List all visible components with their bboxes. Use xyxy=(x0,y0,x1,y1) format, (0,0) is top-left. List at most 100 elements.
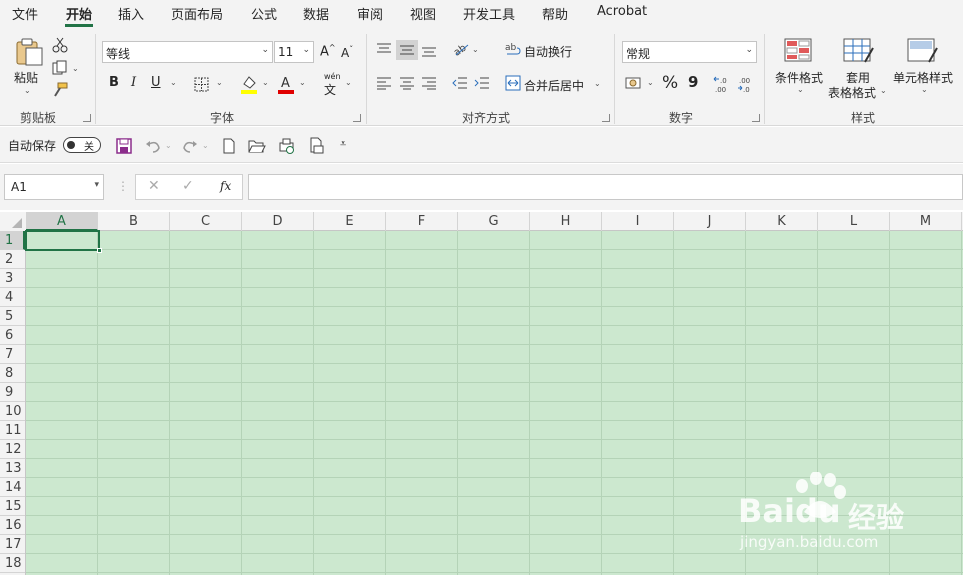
paste-dropdown-icon[interactable]: ⌄ xyxy=(24,86,31,95)
row-header-14[interactable]: 14 xyxy=(0,478,25,497)
column-header-e[interactable]: E xyxy=(314,212,386,231)
print-icon[interactable] xyxy=(308,137,326,155)
underline-button[interactable]: U xyxy=(151,75,161,90)
merge-dropdown-icon[interactable]: ⌄ xyxy=(594,79,601,88)
tab-help[interactable]: 帮助 xyxy=(542,4,568,23)
paste-button[interactable]: 粘贴 xyxy=(14,69,38,86)
column-header-b[interactable]: B xyxy=(98,212,170,231)
font-color-icon[interactable]: A xyxy=(278,74,294,94)
cut-icon[interactable] xyxy=(52,37,68,53)
conditional-formatting-button[interactable]: 条件格式 xyxy=(775,69,823,86)
wrap-text-icon[interactable]: ab xyxy=(505,41,521,57)
fill-color-icon[interactable] xyxy=(240,74,258,94)
row-header-15[interactable]: 15 xyxy=(0,497,25,516)
select-all-corner[interactable] xyxy=(0,212,26,231)
row-header-13[interactable]: 13 xyxy=(0,459,25,478)
tab-data[interactable]: 数据 xyxy=(303,4,329,23)
open-folder-icon[interactable] xyxy=(248,138,266,154)
decrease-font-size-icon[interactable]: Aˇ xyxy=(341,45,353,60)
cell-styles-dropdown-icon[interactable]: ⌄ xyxy=(921,85,928,94)
decrease-decimal-icon[interactable]: .00 .0 xyxy=(737,75,757,93)
conditional-dropdown-icon[interactable]: ⌄ xyxy=(797,85,804,94)
column-header-c[interactable]: C xyxy=(170,212,242,231)
undo-icon[interactable] xyxy=(145,138,161,154)
align-right-icon[interactable] xyxy=(421,76,437,90)
undo-dropdown-icon[interactable]: ⌄ xyxy=(165,141,172,150)
row-header-12[interactable]: 12 xyxy=(0,440,25,459)
column-header-d[interactable]: D xyxy=(242,212,314,231)
underline-dropdown-icon[interactable]: ⌄ xyxy=(170,78,177,87)
fill-color-dropdown-icon[interactable]: ⌄ xyxy=(262,78,269,87)
more-options-icon[interactable]: ⋮ xyxy=(117,179,129,193)
enter-icon[interactable]: ✓ xyxy=(182,178,194,194)
column-header-h[interactable]: H xyxy=(530,212,602,231)
decrease-indent-icon[interactable] xyxy=(452,76,468,90)
row-header-17[interactable]: 17 xyxy=(0,535,25,554)
clipboard-launcher-icon[interactable] xyxy=(83,114,91,122)
column-header-l[interactable]: L xyxy=(818,212,890,231)
redo-icon[interactable] xyxy=(182,138,198,154)
font-size-select[interactable]: 11 ⌄ xyxy=(274,41,314,63)
active-cell[interactable] xyxy=(25,230,102,253)
copy-icon[interactable] xyxy=(52,60,68,76)
format-table-dropdown-icon[interactable]: ⌄ xyxy=(880,86,887,95)
row-header-6[interactable]: 6 xyxy=(0,326,25,345)
format-painter-icon[interactable] xyxy=(52,82,68,98)
column-header-f[interactable]: F xyxy=(386,212,458,231)
insert-function-button[interactable]: fx xyxy=(220,179,231,193)
font-launcher-icon[interactable] xyxy=(353,114,361,122)
phonetic-guide-icon[interactable]: wén 文 xyxy=(324,72,341,98)
align-left-icon[interactable] xyxy=(376,76,392,90)
font-name-select[interactable]: 等线 ⌄ xyxy=(102,41,273,63)
merge-center-icon[interactable] xyxy=(505,75,521,91)
percent-style-button[interactable]: % xyxy=(662,73,678,93)
phonetic-dropdown-icon[interactable]: ⌄ xyxy=(345,78,352,87)
tab-view[interactable]: 视图 xyxy=(410,4,436,23)
row-header-2[interactable]: 2 xyxy=(0,250,25,269)
row-header-16[interactable]: 16 xyxy=(0,516,25,535)
increase-font-size-icon[interactable]: A^ xyxy=(320,43,336,59)
cancel-icon[interactable]: ✕ xyxy=(148,178,160,194)
tab-review[interactable]: 审阅 xyxy=(357,4,383,23)
print-preview-icon[interactable] xyxy=(278,137,296,155)
row-header-18[interactable]: 18 xyxy=(0,554,25,573)
format-as-table-icon[interactable] xyxy=(843,38,875,64)
cell-styles-icon[interactable] xyxy=(907,38,939,64)
align-center-icon[interactable] xyxy=(399,76,415,90)
tab-home[interactable]: 开始 xyxy=(66,4,92,23)
alignment-launcher-icon[interactable] xyxy=(602,114,610,122)
font-color-dropdown-icon[interactable]: ⌄ xyxy=(299,78,306,87)
column-header-a[interactable]: A xyxy=(26,212,98,231)
name-box[interactable]: A1 ▾ xyxy=(4,174,104,200)
merge-center-button[interactable]: 合并后居中 xyxy=(524,77,584,94)
row-header-10[interactable]: 10 xyxy=(0,402,25,421)
row-header-11[interactable]: 11 xyxy=(0,421,25,440)
cell-styles-button[interactable]: 单元格样式 xyxy=(893,69,953,86)
column-header-m[interactable]: M xyxy=(890,212,962,231)
accounting-format-icon[interactable] xyxy=(625,76,643,90)
new-file-icon[interactable] xyxy=(221,138,237,154)
customize-toolbar-icon[interactable]: ⩡ xyxy=(340,137,346,151)
borders-dropdown-icon[interactable]: ⌄ xyxy=(216,78,223,87)
save-icon[interactable] xyxy=(116,138,132,154)
autosave-toggle[interactable]: 关 xyxy=(63,137,101,153)
row-header-4[interactable]: 4 xyxy=(0,288,25,307)
column-header-g[interactable]: G xyxy=(458,212,530,231)
format-as-table-button[interactable]: 表格格式 xyxy=(828,84,876,101)
redo-dropdown-icon[interactable]: ⌄ xyxy=(202,141,209,150)
increase-indent-icon[interactable] xyxy=(474,76,490,90)
tab-formulas[interactable]: 公式 xyxy=(251,4,277,23)
comma-style-button[interactable]: 9 xyxy=(688,73,698,91)
tab-acrobat[interactable]: Acrobat xyxy=(597,4,647,19)
increase-decimal-icon[interactable]: .0 .00 xyxy=(713,75,733,93)
row-header-5[interactable]: 5 xyxy=(0,307,25,326)
number-launcher-icon[interactable] xyxy=(752,114,760,122)
tab-insert[interactable]: 插入 xyxy=(118,4,144,23)
conditional-formatting-icon[interactable] xyxy=(784,38,814,64)
accounting-dropdown-icon[interactable]: ⌄ xyxy=(647,78,654,87)
column-header-j[interactable]: J xyxy=(674,212,746,231)
tab-file[interactable]: 文件 xyxy=(12,4,38,23)
row-header-9[interactable]: 9 xyxy=(0,383,25,402)
borders-icon[interactable] xyxy=(194,77,209,92)
fill-handle[interactable] xyxy=(97,248,102,253)
